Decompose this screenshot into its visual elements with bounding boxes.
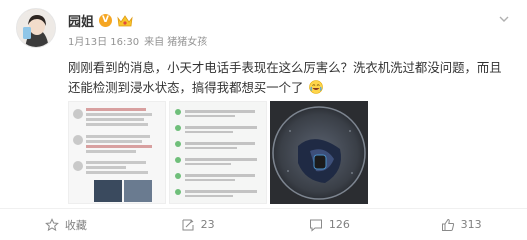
post-source: 来自 猪猪女孩 xyxy=(144,37,208,48)
notification-list-image xyxy=(170,102,266,203)
author-name[interactable]: 园姐 xyxy=(68,11,94,30)
media-image-notification-list[interactable] xyxy=(169,101,267,204)
repost-icon xyxy=(182,219,194,230)
post-text: 刚刚看到的消息，小天才电话手表现在这么厉害么？洗衣机洗过都没问题，而且还能检测到… xyxy=(68,60,502,95)
post-media xyxy=(68,101,368,204)
favorite-label: 收藏 xyxy=(64,218,87,232)
vip-crown-icon xyxy=(117,14,133,27)
media-image-washing-machine[interactable] xyxy=(270,101,368,204)
washing-machine-drum-image xyxy=(270,101,368,204)
like-count: 313 xyxy=(460,218,482,231)
comment-icon xyxy=(309,219,322,232)
avatar[interactable] xyxy=(16,8,56,48)
repost-count: 23 xyxy=(200,218,215,231)
avatar-image xyxy=(17,9,55,47)
repost-button[interactable]: 23 xyxy=(132,209,264,240)
media-image-chat-screenshot[interactable] xyxy=(68,101,166,204)
chat-screenshot-image xyxy=(69,102,165,203)
post-time[interactable]: 1月13日 16:30 xyxy=(68,33,139,48)
post-meta: 1月13日 16:30 来自 猪猪女孩 xyxy=(68,33,207,48)
author-row: 园姐 V xyxy=(68,11,133,30)
chevron-down-icon[interactable] xyxy=(497,12,511,26)
crying-laugh-emoji-icon xyxy=(309,80,324,94)
comment-count: 126 xyxy=(328,218,350,231)
like-button[interactable]: 313 xyxy=(395,209,527,240)
favorite-button[interactable]: 收藏 xyxy=(0,209,132,240)
verified-badge: V xyxy=(99,13,113,27)
action-bar: 收藏 23 126 313 xyxy=(0,208,527,240)
star-icon xyxy=(44,217,59,231)
weibo-post: 园姐 V 1月13日 16:30 来自 猪猪女孩 刚刚看到的消息，小天才电话手表… xyxy=(0,0,527,240)
thumbs-up-icon xyxy=(441,218,454,231)
comment-button[interactable]: 126 xyxy=(264,209,396,240)
post-text-block: 刚刚看到的消息，小天才电话手表现在这么厉害么？洗衣机洗过都没问题，而且还能检测到… xyxy=(68,58,514,98)
